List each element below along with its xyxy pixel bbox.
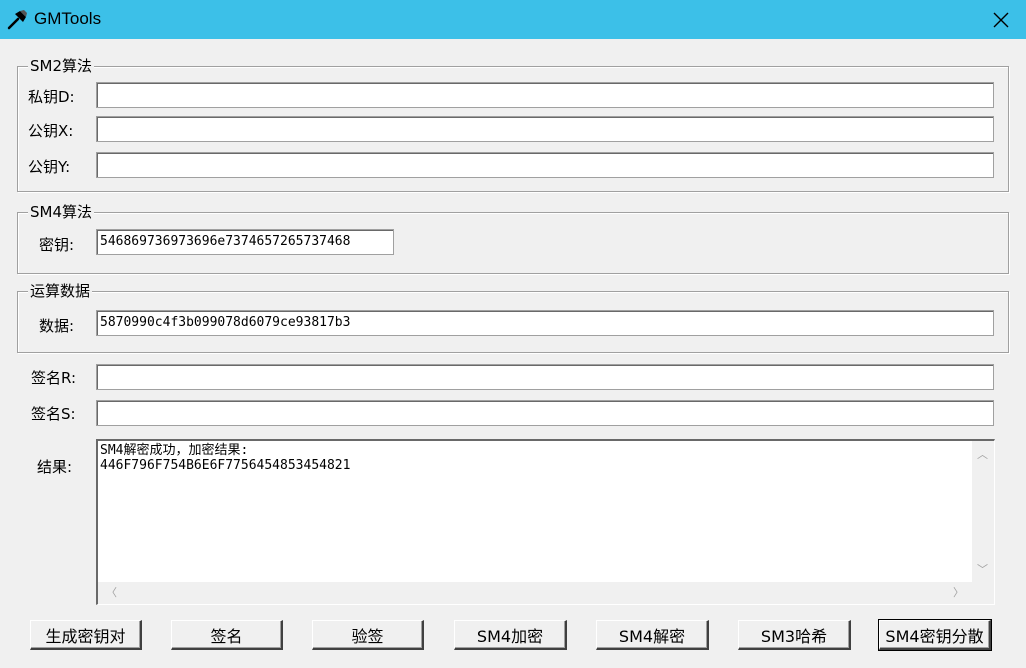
scrollbar-corner (972, 582, 994, 604)
title-bar: GMTools (0, 0, 1026, 39)
data-input[interactable]: 5870990c4f3b099078d6079ce93817b3 (96, 310, 994, 336)
sm4-encrypt-button[interactable]: SM4加密 (454, 620, 567, 650)
public-y-input[interactable] (96, 152, 994, 178)
sm2-legend: SM2算法 (28, 56, 95, 76)
hammer-icon (7, 10, 27, 30)
scroll-right-icon[interactable]: 〉 (953, 587, 964, 599)
verify-button[interactable]: 验签 (312, 620, 424, 650)
scroll-down-icon[interactable]: ﹀ (977, 564, 988, 576)
private-key-input[interactable] (96, 82, 994, 108)
generate-keypair-button[interactable]: 生成密钥对 (30, 620, 142, 650)
sm4-key-label: 密钥: (39, 236, 75, 254)
result-textarea[interactable]: SM4解密成功，加密结果: 446F796F754B6E6F7756454853… (96, 439, 995, 605)
sm4-decrypt-button[interactable]: SM4解密 (596, 620, 709, 650)
horizontal-scrollbar[interactable]: 〈 〉 (98, 582, 972, 604)
sm4-key-disperse-button[interactable]: SM4密钥分散 (878, 619, 992, 651)
close-button[interactable] (978, 0, 1024, 39)
signature-s-input[interactable] (96, 400, 994, 426)
sm4-legend: SM4算法 (28, 202, 95, 222)
data-legend: 运算数据 (28, 281, 93, 301)
data-label: 数据: (39, 317, 75, 335)
scroll-up-icon[interactable]: ︿ (977, 449, 988, 461)
result-text: SM4解密成功，加密结果: 446F796F754B6E6F7756454853… (100, 443, 351, 473)
dialog-client: SM2算法 私钥D: 公钥X: 公钥Y: SM4算法 密钥: 546869736… (1, 39, 1025, 668)
public-x-label: 公钥X: (28, 122, 74, 140)
signature-r-label: 签名R: (31, 369, 77, 387)
signature-s-label: 签名S: (31, 405, 76, 423)
result-label: 结果: (37, 458, 73, 476)
close-icon (993, 12, 1009, 27)
window-title: GMTools (34, 9, 102, 28)
vertical-scrollbar[interactable]: ︿ ﹀ (972, 441, 994, 582)
scroll-left-icon[interactable]: 〈 (106, 587, 117, 599)
public-y-label: 公钥Y: (28, 158, 71, 176)
sm3-hash-button[interactable]: SM3哈希 (738, 620, 851, 650)
sm4-key-input[interactable]: 546869736973696e7374657265737468 (96, 229, 394, 255)
signature-r-input[interactable] (96, 364, 994, 390)
private-key-label: 私钥D: (28, 88, 75, 106)
sign-button[interactable]: 签名 (171, 620, 283, 650)
public-x-input[interactable] (96, 116, 994, 142)
